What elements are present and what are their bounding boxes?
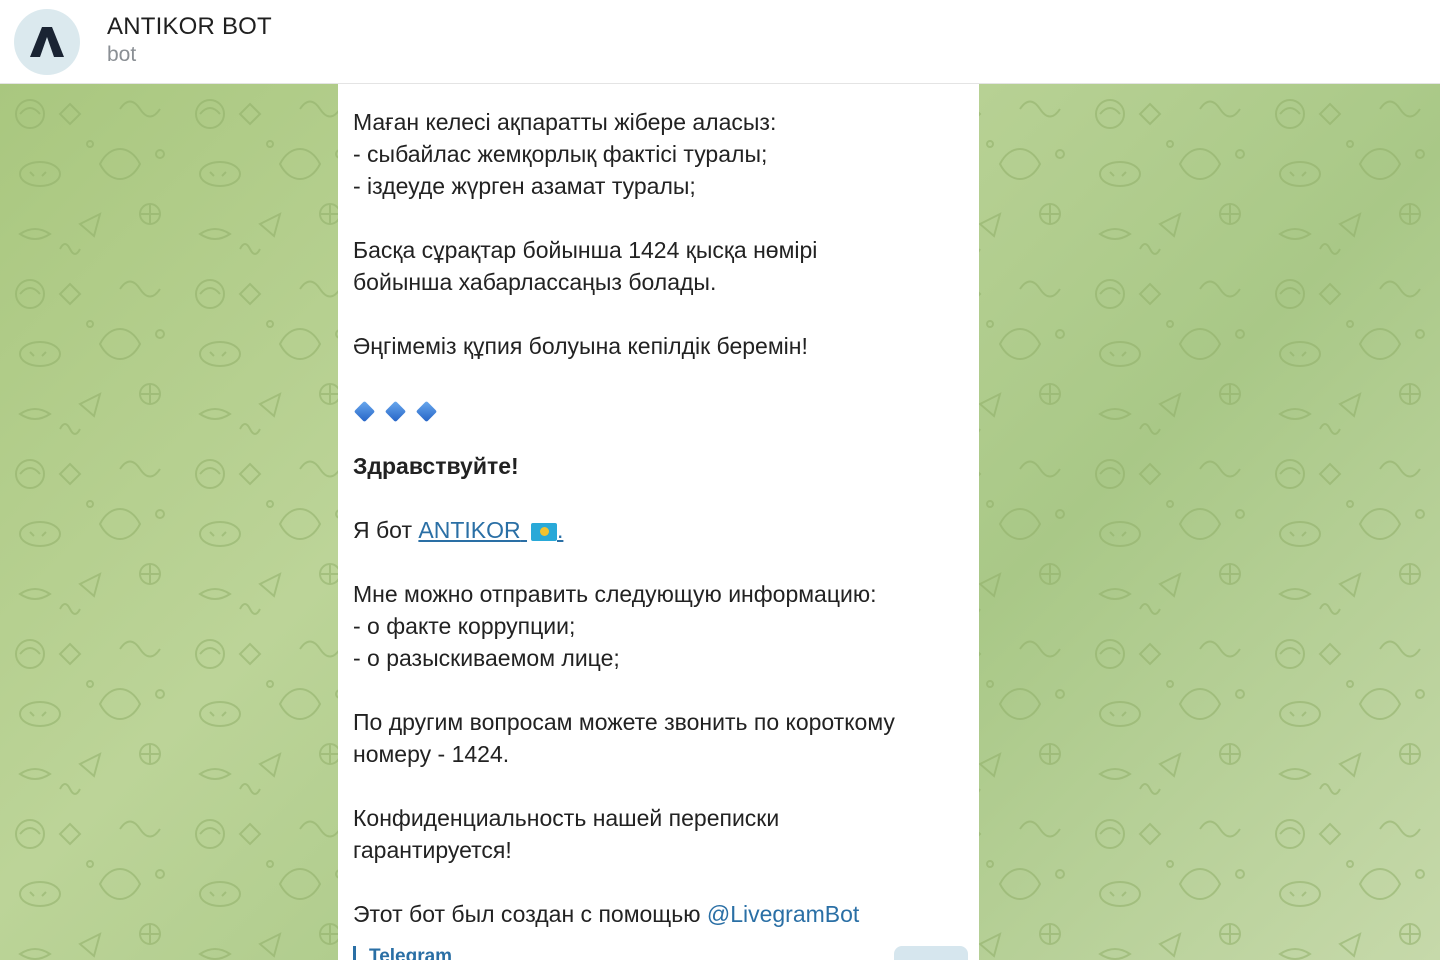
chat-subtitle: bot	[107, 43, 137, 66]
livegrambot-link[interactable]: @LivegramBot	[707, 901, 859, 927]
ru-bot-prefix: Я бот	[353, 517, 419, 543]
antikor-logo-icon	[30, 27, 64, 57]
ru-item-wanted: - о разыскиваемом лице;	[353, 645, 620, 671]
ru-item-corruption: - о факте коррупции;	[353, 613, 576, 639]
kz-other-questions-2: бойынша хабарлассаңыз болады.	[353, 269, 717, 295]
message-text: Маған келесі ақпаратты жібере аласыз: - …	[353, 106, 964, 930]
ru-confidential-2: гарантируется!	[353, 837, 512, 863]
link-preview[interactable]: Telegram	[353, 946, 452, 960]
ru-other-questions: По другим вопросам можете звонить по кор…	[353, 709, 895, 735]
avatar[interactable]	[14, 9, 80, 75]
kz-intro: Маған келесі ақпаратты жібере аласыз:	[353, 109, 777, 135]
kz-confidential: Әңгімеміз құпия болуына кепілдік беремін…	[353, 333, 808, 359]
chat-header[interactable]: ANTIKOR BOT bot	[0, 0, 1440, 84]
ru-greeting: Здравствуйте!	[353, 453, 519, 479]
chat-title: ANTIKOR BOT	[107, 13, 272, 40]
kz-other-questions: Басқа сұрақтар бойынша 1424 қысқа нөмірі	[353, 237, 818, 263]
footer-prefix: Этот бот был создан с помощью	[353, 901, 707, 927]
kazakhstan-flag-icon	[531, 522, 558, 541]
preview-thumbnail[interactable]	[894, 946, 968, 960]
ru-intro: Мне можно отправить следующую информацию…	[353, 581, 877, 607]
message-bubble[interactable]: Маған келесі ақпаратты жібере аласыз: - …	[338, 84, 979, 960]
ru-other-questions-2: номеру - 1424.	[353, 741, 510, 767]
kz-item-wanted: - іздеуде жүрген азамат туралы;	[353, 173, 696, 199]
preview-source: Telegram	[369, 946, 453, 960]
antikor-link[interactable]: ANTIKOR .	[418, 517, 563, 543]
blue-diamonds-icon	[353, 400, 440, 423]
kz-item-corruption: - сыбайлас жемқорлық фактісі туралы;	[353, 141, 768, 167]
ru-confidential: Конфиденциальность нашей переписки	[353, 805, 780, 831]
